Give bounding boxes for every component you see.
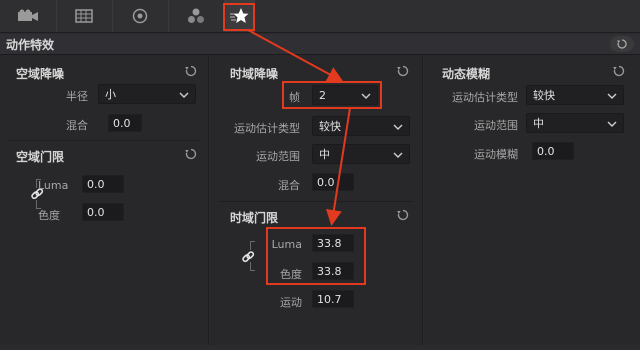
arrow-to-frames [247, 29, 344, 82]
annotation-arrows [247, 29, 351, 226]
arrow-to-threshold [325, 107, 351, 226]
